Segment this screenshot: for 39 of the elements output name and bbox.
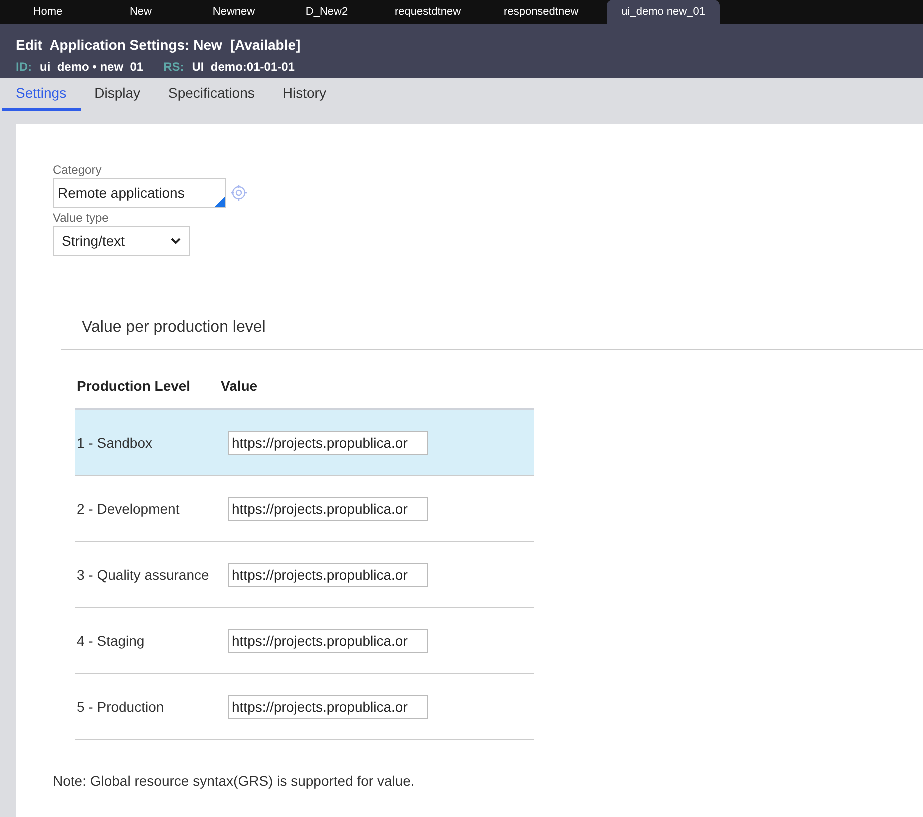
document-tab[interactable]: requestdtnew: [380, 0, 476, 24]
level-cell-text: 4 - Staging: [76, 632, 146, 651]
document-tab[interactable]: responsedtnew: [489, 0, 594, 24]
document-tab[interactable]: Home: [8, 0, 88, 24]
field-label: Category: [53, 162, 103, 178]
tab[interactable]: Settings: [2, 78, 81, 111]
rs-label: RS:: [164, 59, 184, 76]
column-header: Production Level: [76, 377, 192, 396]
value-input[interactable]: https://projects.propublica.or: [228, 628, 428, 652]
rs-value: UI_demo:01-01-01: [192, 59, 295, 76]
document-tab[interactable]: Newnew: [194, 0, 274, 24]
value-input[interactable]: https://projects.propublica.or: [228, 694, 428, 718]
status-label: [Available]: [230, 36, 301, 55]
note-text: Note: Global resource syntax(GRS) is supported for value.: [53, 773, 415, 789]
chevron-down-icon: [171, 238, 181, 244]
id-label: ID:: [16, 59, 32, 76]
column-header: Value: [221, 377, 258, 396]
id-value: ui_demo • new_01: [40, 59, 144, 76]
tab[interactable]: History: [268, 78, 340, 111]
document-tab[interactable]: ui_demo new_01: [606, 0, 720, 24]
value-input[interactable]: https://projects.propublica.or: [228, 430, 428, 454]
page-title: Edit Application Settings: New: [16, 36, 222, 55]
value-input[interactable]: https://projects.propublica.or: [228, 496, 428, 520]
section-title: Value per production level: [82, 319, 266, 336]
tab[interactable]: Specifications: [154, 78, 269, 111]
field-label: Value type: [53, 210, 110, 226]
value-input[interactable]: https://projects.propublica.or: [228, 562, 428, 586]
level-cell-text: 2 - Development: [76, 500, 181, 519]
level-cell-text: 3 - Quality assurance: [76, 566, 210, 585]
tab[interactable]: Display: [80, 78, 154, 111]
corner-icon: [215, 197, 225, 207]
document-tab[interactable]: D_New2: [287, 0, 367, 24]
category-field[interactable]: Remote applications: [53, 178, 226, 208]
level-cell-text: 5 - Production: [76, 698, 166, 717]
value-type-dropdown[interactable]: String/text: [53, 226, 190, 256]
level-cell-text: 1 - Sandbox: [76, 434, 154, 453]
target-icon[interactable]: [230, 184, 248, 202]
document-tab[interactable]: New: [101, 0, 181, 24]
table-row[interactable]: 1 - Sandbox https://projects.propublica.or: [75, 410, 534, 476]
